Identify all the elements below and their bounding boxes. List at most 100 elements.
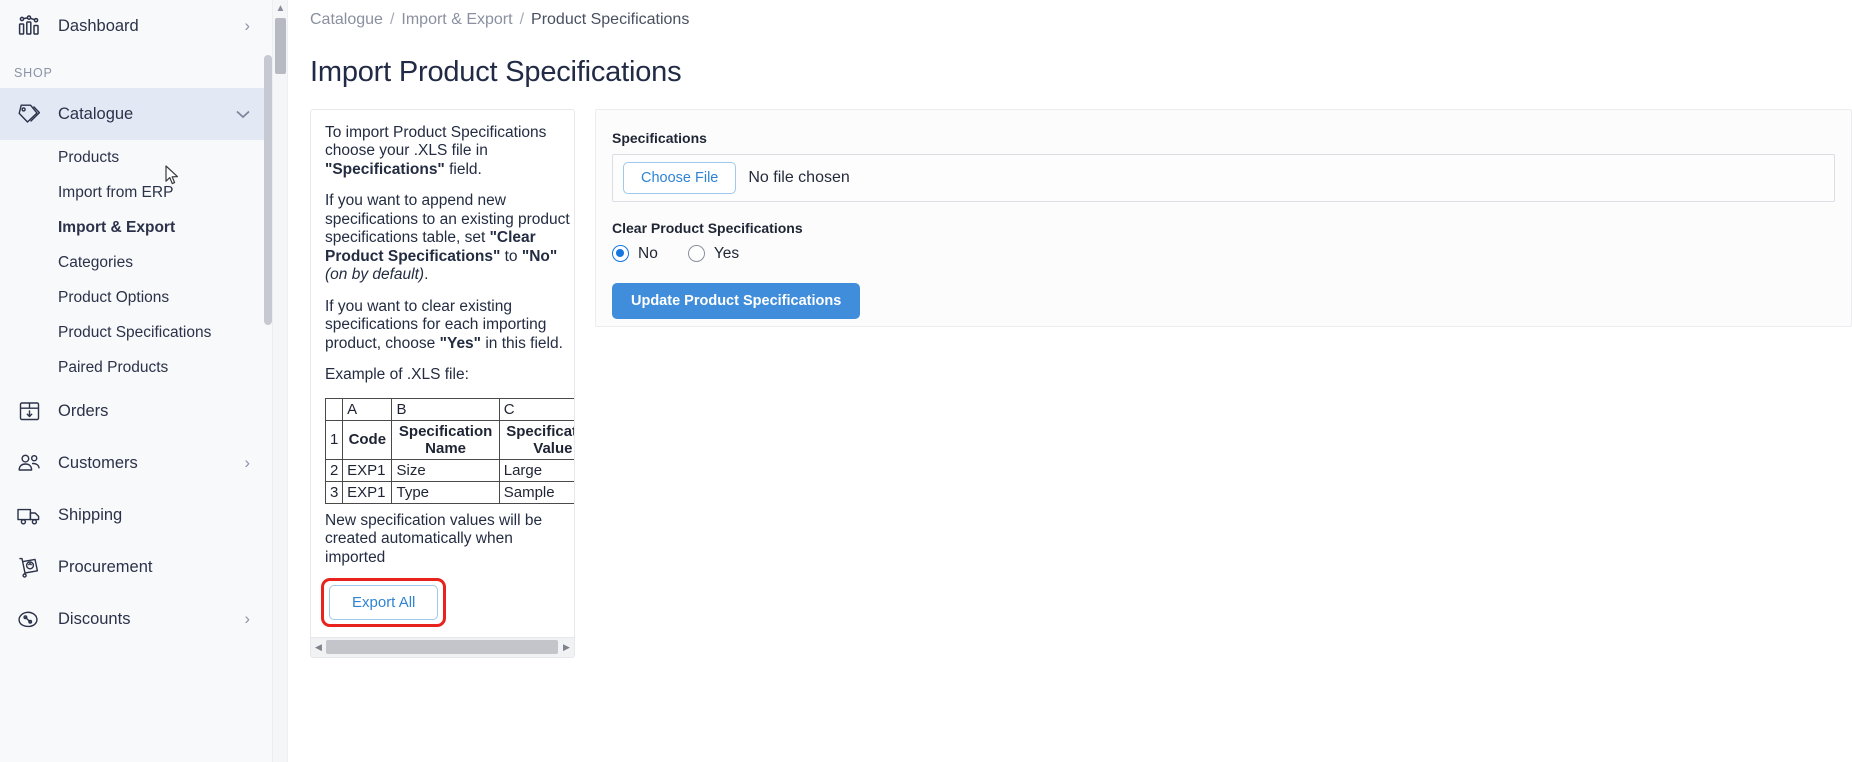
instr3-bold: "Yes": [439, 334, 482, 352]
instr2-post: .: [424, 266, 429, 284]
table-row: 3 EXP1 Type Sample: [324, 480, 574, 504]
sidebar-item-catalogue[interactable]: Catalogue: [0, 88, 272, 140]
export-all-button[interactable]: Export All: [329, 585, 439, 621]
choose-file-button[interactable]: Choose File: [623, 161, 737, 194]
example-label: Example of .XLS file:: [325, 366, 469, 384]
sidebar-subitem-label: Categories: [58, 253, 133, 271]
sidebar-subitem-label: Import from ERP: [58, 183, 174, 201]
page-scrollbar[interactable]: ▲: [273, 0, 288, 762]
percent-tag-icon: [14, 606, 44, 632]
table-row: 1 Code Specification Name Specification …: [324, 419, 574, 460]
sidebar-subitem-label: Paired Products: [58, 358, 169, 376]
radio-option-no[interactable]: No: [612, 245, 658, 263]
sidebar-item-discounts[interactable]: Discounts ›: [0, 593, 272, 645]
sidebar-item-paired-products[interactable]: Paired Products: [0, 350, 272, 385]
sidebar-item-customers[interactable]: Customers ›: [0, 437, 272, 489]
instr2-bold2: "No": [521, 247, 558, 265]
hscroll-thumb[interactable]: [326, 640, 558, 655]
sidebar-item-import-export[interactable]: Import & Export: [0, 210, 272, 245]
app-root: Dashboard › SHOP Catalogue Products Impo…: [0, 0, 1852, 762]
row-index: 2: [324, 458, 344, 482]
instr1-pre: To import Product Specifications choose …: [325, 123, 547, 160]
breadcrumb-item-import-export[interactable]: Import & Export: [401, 11, 512, 29]
sidebar-item-label: Catalogue: [58, 104, 134, 123]
breadcrumb-separator: /: [389, 11, 395, 28]
instruction-paragraph-1: To import Product Specifications choose …: [325, 123, 574, 180]
auto-create-note: New specification values will be created…: [325, 511, 543, 566]
sidebar-item-label: Shipping: [58, 505, 123, 524]
sidebar-scrollbar-thumb[interactable]: [264, 55, 272, 325]
content-region: Catalogue / Import & Export / Product Sp…: [288, 0, 1852, 762]
tags-icon: [14, 101, 44, 127]
instructions-card: To import Product Specifications choose …: [310, 108, 575, 658]
chevron-right-icon: ›: [244, 609, 251, 628]
chevron-right-icon: ›: [244, 16, 251, 35]
scroll-right-arrow-icon[interactable]: ▶: [559, 642, 574, 653]
col-header-blank: [324, 397, 344, 421]
radio-yes-indicator[interactable]: [687, 245, 705, 263]
sidebar-item-orders[interactable]: Orders: [0, 385, 272, 437]
sidebar-item-import-from-erp[interactable]: Import from ERP: [0, 175, 272, 210]
main-area: ▲ Catalogue / Import & Export / Product …: [273, 0, 1852, 762]
instruction-paragraph-2: If you want to append new specifications…: [325, 192, 574, 285]
cell-c2: Large: [498, 458, 574, 482]
instr1-bold: "Specifications": [325, 160, 445, 178]
page-title: Import Product Specifications: [310, 56, 682, 89]
update-product-specifications-button[interactable]: Update Product Specifications: [612, 282, 861, 319]
sidebar-subitem-label: Product Specifications: [58, 323, 212, 341]
sidebar-item-dashboard[interactable]: Dashboard ›: [0, 0, 272, 52]
row-index: 1: [324, 419, 344, 460]
xls-example-table: A B C 1 Code Specification Name Specific…: [324, 397, 574, 504]
radio-no-indicator[interactable]: [612, 245, 629, 263]
sidebar-item-label: Procurement: [58, 557, 153, 576]
row-index: 3: [324, 480, 344, 504]
dashboard-chart-icon: [14, 13, 44, 39]
table-header-row: A B C: [324, 397, 574, 421]
breadcrumb-separator: /: [519, 11, 525, 28]
sidebar-item-label: Discounts: [58, 609, 131, 628]
col-header-c: C: [498, 397, 574, 421]
table-row: 2 EXP1 Size Large: [324, 458, 574, 482]
hscroll-track[interactable]: [326, 637, 559, 657]
sidebar-item-categories[interactable]: Categories: [0, 245, 272, 280]
sidebar-item-product-specifications[interactable]: Product Specifications: [0, 315, 272, 350]
sidebar-item-products[interactable]: Products: [0, 140, 272, 175]
instructions-horizontal-scrollbar[interactable]: ◀ ▶: [311, 636, 574, 657]
radio-option-yes[interactable]: Yes: [687, 244, 740, 263]
sidebar-item-label: Dashboard: [58, 16, 139, 35]
export-all-highlight: Export All: [321, 578, 447, 628]
breadcrumb-item-catalogue[interactable]: Catalogue: [310, 11, 383, 29]
panels-row: To import Product Specifications choose …: [288, 108, 1852, 658]
import-form-card: Specifications Choose File No file chose…: [595, 108, 1852, 327]
cell-c1: Specification Value: [498, 419, 574, 460]
box-arrow-down-icon: [14, 398, 44, 424]
sidebar-item-shipping[interactable]: Shipping: [0, 489, 272, 541]
cell-b3: Type: [391, 480, 500, 504]
cell-b1: Specification Name: [391, 419, 500, 460]
radio-no-label: No: [638, 244, 658, 262]
users-icon: [14, 450, 44, 476]
page-scrollbar-thumb[interactable]: [275, 18, 286, 74]
col-header-b: B: [391, 397, 500, 421]
sidebar-subitem-label: Import & Export: [58, 218, 176, 236]
file-input-row[interactable]: Choose File No file chosen: [612, 153, 1835, 202]
sidebar-subitem-label: Products: [58, 148, 120, 166]
scroll-left-arrow-icon[interactable]: ◀: [311, 642, 326, 653]
sidebar-item-label: Orders: [58, 401, 109, 420]
sidebar: Dashboard › SHOP Catalogue Products Impo…: [0, 0, 273, 762]
sidebar-item-procurement[interactable]: Procurement: [0, 541, 272, 593]
scroll-up-arrow-icon[interactable]: ▲: [275, 4, 286, 15]
instr2-mid: to: [500, 247, 522, 265]
cell-a3: EXP1: [342, 480, 393, 504]
specifications-label: Specifications: [612, 129, 707, 146]
clear-specs-radio-group: No Yes: [612, 245, 1835, 263]
sidebar-subitem-label: Product Options: [58, 288, 170, 306]
chevron-right-icon: ›: [244, 453, 251, 472]
instr1-post: field.: [444, 160, 482, 178]
sidebar-item-product-options[interactable]: Product Options: [0, 280, 272, 315]
clear-product-specifications-label: Clear Product Specifications: [612, 219, 803, 236]
cart-refresh-icon: [14, 554, 44, 580]
radio-yes-label: Yes: [713, 244, 740, 262]
cell-c3: Sample: [498, 480, 574, 504]
chevron-down-icon: [236, 110, 250, 119]
